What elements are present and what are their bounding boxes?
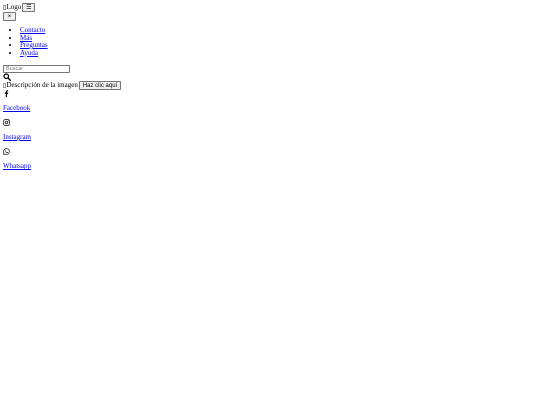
social-instagram: Instagram [3, 119, 31, 141]
whatsapp-icon [3, 148, 10, 155]
facebook-icon [4, 90, 9, 97]
logo-image: Logo [3, 3, 21, 11]
nav-menu: Contacto Más Preguntas Ayuda [3, 26, 48, 58]
promo-row: Descripción de la imagen Haz clic aquí [3, 81, 122, 90]
promo-image-alt-text: Descripción de la imagen [6, 81, 78, 89]
facebook-link[interactable]: Facebook [3, 104, 30, 112]
social-facebook: Facebook [3, 90, 30, 112]
whatsapp-link[interactable]: Whatsapp [3, 162, 31, 170]
close-row: × [3, 12, 533, 21]
nav-link-ayuda[interactable]: Ayuda [20, 49, 38, 57]
search-icon[interactable] [3, 73, 11, 81]
social-whatsapp: Whatsapp [3, 148, 31, 170]
instagram-link[interactable]: Instagram [3, 133, 31, 141]
logo-alt-text: Logo [6, 3, 22, 11]
menu-toggle-button[interactable]: ☰ [22, 3, 36, 12]
close-menu-button[interactable]: × [3, 12, 16, 21]
page: Logo☰ × Contacto Más Preguntas Ayuda Des… [3, 3, 533, 170]
promo-button[interactable]: Haz clic aquí [78, 81, 122, 90]
search-input[interactable] [3, 65, 70, 73]
nav-item-ayuda: Ayuda [20, 49, 48, 58]
header-row: Logo ☰ [3, 3, 533, 12]
promo-image: Descripción de la imagen [3, 81, 78, 89]
instagram-icon [3, 119, 10, 126]
